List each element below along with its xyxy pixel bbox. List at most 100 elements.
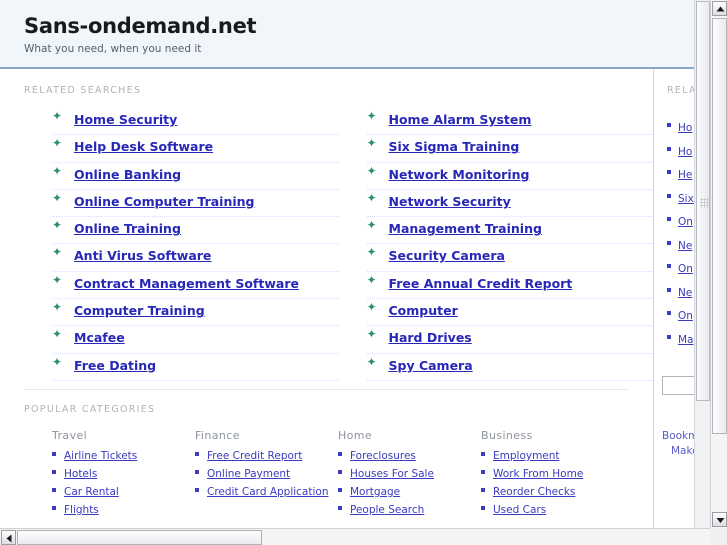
list-item[interactable]: ✦ Hard Drives	[366, 326, 653, 354]
list-item[interactable]: Work From Home	[481, 465, 624, 482]
list-item[interactable]: ✦ Network Monitoring	[366, 163, 653, 190]
category-link[interactable]: Airline Tickets	[64, 450, 137, 462]
arrow-bullet-icon: ✦	[366, 245, 377, 260]
list-item[interactable]: Flights	[52, 501, 195, 518]
sidebar-link[interactable]: On	[678, 263, 693, 275]
list-item[interactable]: Hotels	[52, 465, 195, 482]
square-bullet-icon	[667, 240, 671, 245]
list-item[interactable]: Mortgage	[338, 483, 481, 500]
list-item[interactable]: People Search	[338, 501, 481, 518]
category-link[interactable]: Mortgage	[350, 486, 400, 498]
category-link[interactable]: Used Cars	[493, 504, 546, 516]
category-link[interactable]: Free Credit Report	[207, 450, 302, 462]
list-item[interactable]: ✦ Free Annual Credit Report	[366, 272, 653, 300]
related-link[interactable]: Home Alarm System	[389, 112, 532, 127]
category-link[interactable]: Employment	[493, 450, 560, 462]
related-link[interactable]: Management Training	[389, 221, 542, 236]
sidebar-link[interactable]: On	[678, 310, 693, 322]
category-link[interactable]: Reorder Checks	[493, 486, 575, 498]
sidebar-link[interactable]: Ho	[678, 122, 692, 134]
sidebar-link[interactable]: On	[678, 216, 693, 228]
related-link[interactable]: Computer Training	[74, 303, 205, 318]
related-link[interactable]: Home Security	[74, 112, 177, 127]
related-link[interactable]: Network Monitoring	[389, 167, 530, 182]
list-item[interactable]: ✦ Online Computer Training	[52, 190, 339, 218]
related-link[interactable]: Spy Camera	[389, 358, 473, 373]
scroll-up-button[interactable]	[712, 1, 727, 16]
list-item[interactable]: ✦ Online Training	[52, 217, 339, 245]
sidebar-link[interactable]: Ma	[678, 334, 694, 346]
list-item[interactable]: ✦ Free Dating	[52, 354, 339, 381]
list-item[interactable]: ✦ Computer Training	[52, 299, 339, 327]
related-link[interactable]: Free Dating	[74, 358, 156, 373]
list-item[interactable]: ✦ Six Sigma Training	[366, 135, 653, 163]
window-scroll-left-button[interactable]	[1, 530, 16, 545]
list-item[interactable]: Foreclosures	[338, 447, 481, 464]
list-item[interactable]: ✦ Security Camera	[366, 244, 653, 272]
related-link[interactable]: Network Security	[389, 194, 511, 209]
content-vertical-scrollbar-thumb[interactable]	[696, 1, 710, 401]
related-link[interactable]: Online Banking	[74, 167, 181, 182]
sidebar-link[interactable]: He	[678, 169, 692, 181]
related-link[interactable]: Online Computer Training	[74, 194, 255, 209]
list-item[interactable]: ✦ Help Desk Software	[52, 135, 339, 163]
square-bullet-icon	[667, 170, 671, 174]
scroll-down-button[interactable]	[712, 512, 727, 527]
related-link[interactable]: Free Annual Credit Report	[389, 276, 573, 291]
category-link[interactable]: Foreclosures	[350, 450, 416, 462]
related-link[interactable]: Help Desk Software	[74, 139, 213, 154]
window-vertical-scrollbar[interactable]	[710, 0, 727, 545]
list-item[interactable]: Credit Card Application	[195, 483, 338, 500]
window-horizontal-scrollbar[interactable]	[0, 528, 710, 545]
related-link[interactable]: Security Camera	[389, 248, 505, 263]
list-item[interactable]: Car Rental	[52, 483, 195, 500]
list-item[interactable]: Employment	[481, 447, 624, 464]
window-horizontal-scrollbar-thumb[interactable]	[17, 530, 262, 545]
window-vertical-scrollbar-thumb[interactable]	[712, 18, 727, 434]
sidebar-link[interactable]: Ne	[678, 240, 692, 252]
chevron-up-icon	[716, 6, 725, 12]
square-bullet-icon	[667, 193, 671, 198]
list-item[interactable]: ✦ Contract Management Software	[52, 272, 339, 300]
category-link[interactable]: Online Payment	[207, 468, 290, 480]
related-link[interactable]: Online Training	[74, 221, 181, 236]
chevron-down-icon	[716, 518, 725, 523]
list-item[interactable]: ✦ Spy Camera	[366, 354, 653, 381]
related-link[interactable]: Computer	[389, 303, 458, 318]
content-vertical-scrollbar[interactable]	[694, 0, 710, 528]
category-link[interactable]: Work From Home	[493, 468, 583, 480]
category-column-business: Business Employment Work From Home Reord…	[481, 429, 624, 519]
list-item[interactable]: Online Payment	[195, 465, 338, 482]
related-link[interactable]: Six Sigma Training	[389, 139, 520, 154]
category-link[interactable]: People Search	[350, 504, 424, 516]
list-item[interactable]: Houses For Sale	[338, 465, 481, 482]
category-link[interactable]: Flights	[64, 504, 99, 516]
related-link[interactable]: Contract Management Software	[74, 276, 299, 291]
square-bullet-icon	[338, 469, 342, 474]
list-item[interactable]: ✦ Network Security	[366, 190, 653, 218]
category-link[interactable]: Car Rental	[64, 486, 119, 498]
category-link[interactable]: Houses For Sale	[350, 468, 434, 480]
list-item[interactable]: ✦ Computer	[366, 299, 653, 327]
related-link[interactable]: Hard Drives	[389, 330, 472, 345]
list-item[interactable]: ✦ Online Banking	[52, 163, 339, 190]
list-item[interactable]: ✦ Management Training	[366, 217, 653, 245]
category-link[interactable]: Hotels	[64, 468, 97, 480]
related-link[interactable]: Mcafee	[74, 330, 125, 345]
list-item[interactable]: ✦ Mcafee	[52, 326, 339, 354]
list-item[interactable]: ✦ Home Security	[52, 108, 339, 136]
list-item[interactable]: Reorder Checks	[481, 483, 624, 500]
category-link[interactable]: Credit Card Application	[207, 486, 328, 498]
list-item[interactable]: Free Credit Report	[195, 447, 338, 464]
sidebar-link[interactable]: Ho	[678, 146, 692, 158]
square-bullet-icon	[481, 451, 485, 456]
related-link[interactable]: Anti Virus Software	[74, 248, 211, 263]
list-item[interactable]: ✦ Home Alarm System	[366, 108, 653, 136]
square-bullet-icon	[195, 451, 199, 456]
sidebar-link[interactable]: Six	[678, 193, 694, 205]
category-heading: Finance	[195, 428, 240, 442]
sidebar-link[interactable]: Ne	[678, 287, 692, 299]
list-item[interactable]: ✦ Anti Virus Software	[52, 244, 339, 272]
list-item[interactable]: Airline Tickets	[52, 447, 195, 464]
list-item[interactable]: Used Cars	[481, 501, 624, 518]
